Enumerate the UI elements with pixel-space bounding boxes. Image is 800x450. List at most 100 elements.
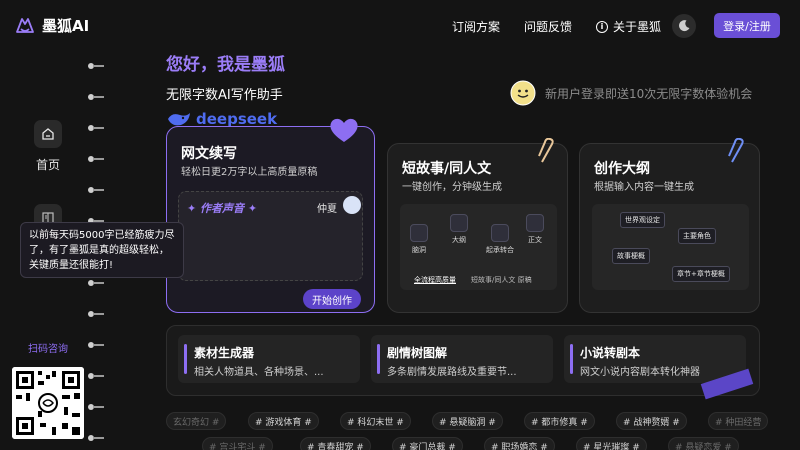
list-icon <box>450 214 468 232</box>
ring-icon <box>88 94 106 100</box>
card-description: 轻松日更2万字以上高质量原稿 <box>181 167 318 178</box>
flow-caption-quality: 全流程高质量 <box>414 276 456 284</box>
nav-about[interactable]: i 关于墨狐 <box>596 18 661 35</box>
paperclip-icon <box>538 138 554 163</box>
sidebar-item-home[interactable]: 首页 <box>28 120 68 173</box>
info-icon: i <box>596 20 608 33</box>
step-brainstorm: 脑洞 <box>410 224 428 255</box>
card-description: 一键创作，分钟级生成 <box>402 182 502 193</box>
genre-tag[interactable]: # 悬疑恋爱 # <box>668 437 739 450</box>
genre-tag[interactable]: 玄幻奇幻 # <box>166 412 227 430</box>
genre-tags-row-1: 玄幻奇幻 # # 游戏体育 # # 科幻末世 # # 悬疑脑洞 # # 都市修真… <box>166 412 786 430</box>
nav-feedback[interactable]: 问题反馈 <box>524 18 572 35</box>
smiley-icon <box>510 80 536 106</box>
qr-code-icon <box>12 367 84 439</box>
nav-about-label: 关于墨狐 <box>613 20 662 34</box>
sidebar-item-label: 首页 <box>35 158 60 172</box>
outline-diagram: 世界观设定 主要角色 故事梗概 章节+章节梗概 <box>592 204 749 290</box>
step-structure: 起承转合 <box>486 224 514 255</box>
ring-icon <box>88 125 106 131</box>
theme-toggle-button[interactable] <box>672 14 696 38</box>
ring-icon <box>88 435 106 441</box>
moon-icon <box>679 20 690 32</box>
tool-description: 网文小说内容剧本转化神器 <box>580 367 700 378</box>
tool-material-generator[interactable]: 素材生成器 相关人物道具、各种场景、... <box>178 335 360 383</box>
ring-icon <box>88 342 106 348</box>
top-bar: 墨狐AI 订阅方案 问题反馈 i 关于墨狐 登录/注册 <box>0 0 800 52</box>
accent-bar <box>184 344 187 374</box>
start-writing-button[interactable]: 开始创作 <box>303 289 361 309</box>
flow-caption-output: 短故事/同人文 原稿 <box>471 276 532 284</box>
card-outline[interactable]: 创作大纲 根据输入内容一键生成 世界观设定 主要角色 故事梗概 章节+章节梗概 <box>579 138 760 313</box>
tool-novel-to-script[interactable]: 小说转剧本 网文小说内容剧本转化神器 <box>564 335 746 383</box>
ring-icon <box>88 156 106 162</box>
tool-description: 相关人物道具、各种场景、... <box>194 367 324 378</box>
genre-tag[interactable]: # 宫斗宅斗 # <box>202 437 273 450</box>
ring-icon <box>88 373 106 379</box>
tool-description: 多条剧情发展路线及重要节... <box>387 367 517 378</box>
genre-tag[interactable]: # 豪门总裁 # <box>392 437 463 450</box>
node-worldview: 世界观设定 <box>620 212 665 228</box>
genre-tag[interactable]: # 星光璀璨 # <box>576 437 647 450</box>
accent-bar <box>377 344 380 374</box>
genre-tag[interactable]: # 战神赘婿 # <box>616 412 687 430</box>
promo-text: 新用户登录即送10次无限字数体验机会 <box>545 86 753 101</box>
author-voice-label: ✦ 作者声音 ✦ <box>187 200 257 216</box>
scan-consult-label: 扫码咨询 <box>28 344 68 355</box>
brand-logo[interactable]: 墨狐AI <box>14 14 89 36</box>
lungs-icon <box>491 224 509 242</box>
home-icon <box>34 120 62 148</box>
card-title: 短故事/同人文 <box>402 161 492 177</box>
tool-title: 剧情树图解 <box>387 346 448 360</box>
step-main-text: 正文 <box>526 214 544 245</box>
step-outline: 大纲 <box>450 214 468 245</box>
fox-logo-icon <box>16 18 34 33</box>
genre-tag[interactable]: # 青春甜宠 # <box>300 437 371 450</box>
ring-icon <box>88 404 106 410</box>
avatar <box>343 196 361 214</box>
genre-tag[interactable]: # 职场婚恋 # <box>484 437 555 450</box>
page-greeting: 您好，我是墨狐 <box>166 55 285 75</box>
genre-tag[interactable]: # 种田经营 <box>708 412 769 430</box>
genre-tags-row-2: # 宫斗宅斗 # # 青春甜宠 # # 豪门总裁 # # 职场婚恋 # # 星光… <box>166 437 786 450</box>
heart-icon <box>330 118 358 142</box>
card-title: 网文续写 <box>181 146 237 162</box>
ring-icon <box>88 280 106 286</box>
ring-icon <box>88 187 106 193</box>
ring-icon <box>88 311 106 317</box>
author-voice-text: 作者声音 <box>200 202 245 215</box>
step-label: 起承转合 <box>486 246 514 254</box>
brand-name: 墨狐AI <box>42 16 90 35</box>
node-synopsis: 故事梗概 <box>612 248 650 264</box>
card-description: 根据输入内容一键生成 <box>594 182 694 193</box>
card-web-novel[interactable]: 网文续写 轻松日更2万字以上高质量原稿 ✦ 作者声音 ✦ 仲夏 <box>166 126 375 313</box>
login-button[interactable]: 登录/注册 <box>714 13 780 38</box>
nav-subscribe[interactable]: 订阅方案 <box>452 18 500 35</box>
genre-tag[interactable]: # 都市修真 # <box>524 412 595 430</box>
genre-tag[interactable]: # 科幻末世 # <box>340 412 411 430</box>
card-short-story[interactable]: 短故事/同人文 一键创作，分钟级生成 脑洞 大纲 起承转合 正文 <box>387 138 568 313</box>
tool-title: 小说转剧本 <box>580 346 641 360</box>
step-label: 正文 <box>528 236 542 244</box>
author-name: 仲夏 <box>317 204 337 215</box>
genre-tag[interactable]: # 游戏体育 # <box>248 412 319 430</box>
tool-plot-tree[interactable]: 剧情树图解 多条剧情发展路线及重要节... <box>371 335 553 383</box>
ring-icon <box>88 63 106 69</box>
lightbulb-icon <box>410 224 428 242</box>
card-title: 创作大纲 <box>594 161 650 177</box>
step-label: 脑洞 <box>412 246 426 254</box>
genre-tag[interactable]: # 悬疑脑洞 # <box>432 412 503 430</box>
page-subtitle: 无限字数AI写作助手 <box>166 88 283 103</box>
author-quote: 以前每天码5000字已经筋疲力尽了，有了墨狐是真的超级轻松，关键质量还很能打! <box>20 222 184 278</box>
node-chapters: 章节+章节梗概 <box>672 266 730 282</box>
accent-bar <box>570 344 573 374</box>
tool-title: 素材生成器 <box>194 346 255 360</box>
new-user-promo: 新用户登录即送10次无限字数体验机会 <box>510 80 752 106</box>
step-label: 大纲 <box>452 236 466 244</box>
author-voice-panel: ✦ 作者声音 ✦ 仲夏 <box>178 191 363 281</box>
voice-decoration-left: ✦ <box>187 202 201 215</box>
voice-decoration-right: ✦ <box>244 202 258 215</box>
paperclip-icon <box>728 138 744 163</box>
node-characters: 主要角色 <box>678 228 716 244</box>
document-icon <box>526 214 544 232</box>
